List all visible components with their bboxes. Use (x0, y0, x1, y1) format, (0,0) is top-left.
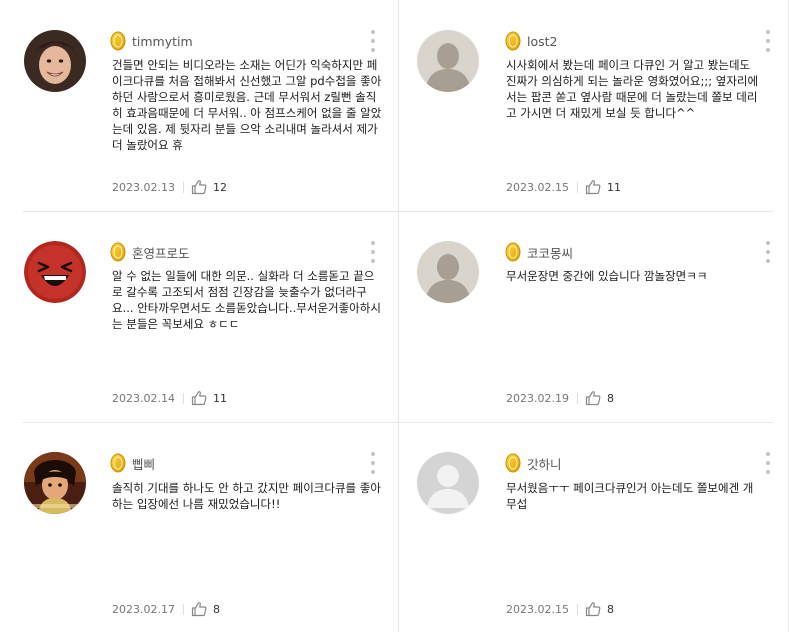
like-button[interactable]: 12 (191, 179, 227, 195)
username[interactable]: timmytim (132, 34, 193, 49)
comment-card: 혼영프로도 알 수 없는 일들에 대한 의문.. 실화라 더 소름돋고 끝으로 … (0, 212, 398, 422)
user-line: 혼영프로도 (110, 241, 190, 263)
comment-footer: 2023.02.15 11 (506, 178, 621, 196)
more-vertical-icon[interactable] (762, 241, 774, 263)
gold-coin-icon (110, 453, 126, 473)
comment-footer: 2023.02.15 8 (506, 600, 614, 618)
gold-coin-icon (110, 242, 126, 262)
more-vertical-icon[interactable] (367, 241, 379, 263)
gold-coin-icon (505, 453, 521, 473)
comment-card: 삡삐 솔직히 기대를 하나도 안 하고 갔지만 페이크다큐를 좋아하는 입장에선… (0, 423, 398, 632)
like-button[interactable]: 8 (585, 601, 614, 617)
avatar[interactable] (24, 30, 86, 92)
more-vertical-icon[interactable] (762, 452, 774, 474)
like-count: 8 (212, 602, 220, 616)
comment-text: 무서웠음ㅜㅜ 페이크다큐인거 아는데도 쫄보에겐 개무섭 (506, 481, 754, 511)
footer-separator (576, 603, 578, 615)
like-count: 11 (212, 391, 227, 405)
comment-date: 2023.02.17 (112, 602, 175, 616)
thumbs-up-icon (191, 180, 207, 195)
comment-text: 무서운장면 중간에 있습니다 깜놀장면ㅋㅋ (506, 269, 708, 283)
comment-footer: 2023.02.14 11 (112, 389, 227, 407)
comment-text: 알 수 없는 일들에 대한 의문.. 실화라 더 소름돋고 끝으로 갈수록 고조… (112, 269, 381, 331)
comment-card: 갓하니 무서웠음ㅜㅜ 페이크다큐인거 아는데도 쫄보에겐 개무섭 2023.02… (399, 423, 788, 632)
avatar[interactable] (417, 30, 479, 92)
gold-coin-icon (505, 31, 521, 51)
like-count: 8 (606, 602, 614, 616)
comment-text: 솔직히 기대를 하나도 안 하고 갔지만 페이크다큐를 좋아하는 입장에선 나름… (112, 481, 381, 511)
avatar[interactable] (24, 241, 86, 303)
like-button[interactable]: 11 (191, 390, 227, 406)
user-line: 코코몽씨 (505, 241, 573, 263)
thumbs-up-icon (191, 391, 207, 406)
username[interactable]: lost2 (527, 34, 558, 49)
like-count: 11 (606, 180, 621, 194)
footer-separator (182, 392, 184, 404)
more-vertical-icon[interactable] (367, 30, 379, 52)
thumbs-up-icon (585, 180, 601, 195)
gold-coin-icon (110, 31, 126, 51)
like-button[interactable]: 11 (585, 179, 621, 195)
more-vertical-icon[interactable] (367, 452, 379, 474)
thumbs-up-icon (585, 391, 601, 406)
username[interactable]: 코코몽씨 (527, 243, 573, 262)
more-vertical-icon[interactable] (762, 30, 774, 52)
footer-separator (182, 181, 184, 193)
comment-date: 2023.02.13 (112, 180, 175, 194)
avatar[interactable] (417, 452, 479, 514)
user-line: 갓하니 (505, 452, 562, 474)
like-count: 12 (212, 180, 227, 194)
like-button[interactable]: 8 (191, 601, 220, 617)
user-line: 삡삐 (110, 452, 155, 474)
comment-date: 2023.02.19 (506, 391, 569, 405)
comment-date: 2023.02.15 (506, 602, 569, 616)
comment-footer: 2023.02.13 12 (112, 178, 227, 196)
like-count: 8 (606, 391, 614, 405)
comment-card: lost2 시사회에서 봤는데 페이크 다큐인 거 알고 봤는데도 진짜가 의심… (399, 0, 788, 211)
comment-card: timmytim 건들면 안되는 비디오라는 소재는 어딘가 익숙하지만 페이크… (0, 0, 398, 211)
thumbs-up-icon (585, 602, 601, 617)
footer-separator (576, 181, 578, 193)
comment-footer: 2023.02.17 8 (112, 600, 220, 618)
comment-date: 2023.02.14 (112, 391, 175, 405)
avatar[interactable] (24, 452, 86, 514)
username[interactable]: 갓하니 (527, 454, 562, 473)
like-button[interactable]: 8 (585, 390, 614, 406)
footer-separator (182, 603, 184, 615)
comment-card: 코코몽씨 무서운장면 중간에 있습니다 깜놀장면ㅋㅋ 2023.02.19 8 (399, 212, 788, 422)
comment-text: 시사회에서 봤는데 페이크 다큐인 거 알고 봤는데도 진짜가 의심하게 되는 … (506, 58, 759, 120)
username[interactable]: 혼영프로도 (132, 243, 190, 262)
gold-coin-icon (505, 242, 521, 262)
avatar[interactable] (417, 241, 479, 303)
footer-separator (576, 392, 578, 404)
comment-date: 2023.02.15 (506, 180, 569, 194)
user-line: timmytim (110, 30, 193, 52)
username[interactable]: 삡삐 (132, 454, 155, 473)
comment-text: 건들면 안되는 비디오라는 소재는 어딘가 익숙하지만 페이크다큐를 처음 접해… (112, 58, 382, 152)
thumbs-up-icon (191, 602, 207, 617)
user-line: lost2 (505, 30, 558, 52)
comment-footer: 2023.02.19 8 (506, 389, 614, 407)
